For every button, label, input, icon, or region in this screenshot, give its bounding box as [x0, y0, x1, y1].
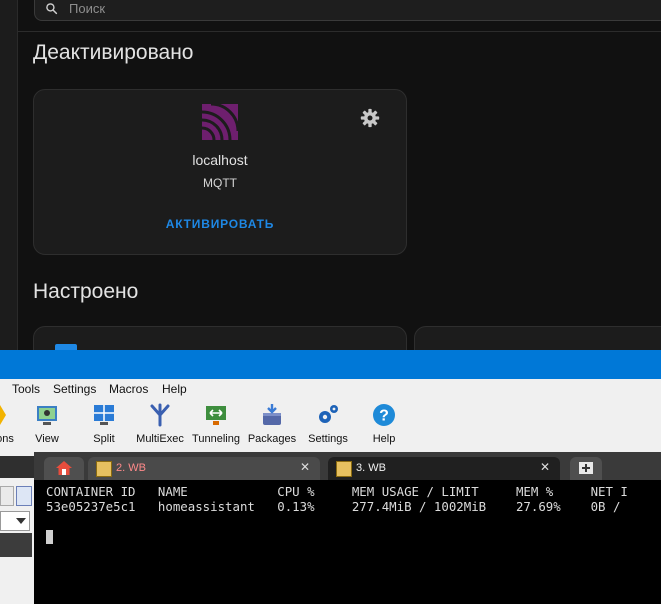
- search-input[interactable]: [69, 0, 369, 17]
- tab-3-wb[interactable]: 3. WB ✕: [328, 457, 560, 480]
- tab-2-wb[interactable]: 2. WB ✕: [88, 457, 320, 480]
- integration-card[interactable]: [414, 326, 661, 350]
- side-panel: [0, 452, 35, 604]
- help-button[interactable]: ? Help: [370, 403, 398, 451]
- svg-text:?: ?: [379, 408, 389, 425]
- split-button[interactable]: Split: [88, 403, 120, 451]
- new-tab-button[interactable]: [570, 457, 602, 480]
- activate-button[interactable]: АКТИВИРОВАТЬ: [34, 217, 406, 231]
- terminal-tab-icon: [96, 461, 112, 477]
- side-panel-tool-icon[interactable]: [16, 486, 32, 506]
- terminal-tab-icon: [336, 461, 352, 477]
- gear-icon[interactable]: [360, 108, 380, 128]
- integration-subtitle: MQTT: [203, 176, 237, 190]
- sessions-icon: [0, 405, 6, 425]
- packages-icon: [263, 404, 281, 425]
- close-icon[interactable]: ✕: [300, 460, 310, 474]
- menu-item-help[interactable]: Help: [162, 382, 187, 396]
- packages-button[interactable]: Packages: [247, 403, 297, 451]
- font-button[interactable]: [0, 486, 14, 506]
- menu-item-macros[interactable]: Macros: [109, 382, 148, 396]
- tab-bar: 2. WB ✕ 3. WB ✕: [34, 452, 661, 480]
- integration-card[interactable]: [33, 326, 407, 350]
- close-icon[interactable]: ✕: [540, 460, 550, 474]
- search-bar[interactable]: [34, 0, 661, 21]
- settings-icon: [319, 405, 338, 423]
- help-icon: ?: [373, 404, 395, 426]
- window-titlebar[interactable]: [0, 350, 661, 379]
- divider: [18, 31, 661, 32]
- integration-card-mqtt: localhost MQTT АКТИВИРОВАТЬ: [33, 89, 407, 255]
- tunneling-button[interactable]: Tunneling: [191, 403, 241, 451]
- search-icon: [46, 3, 58, 15]
- menu-item-tools[interactable]: Tools: [12, 382, 40, 396]
- chevron-down-icon: [16, 518, 26, 524]
- sessions-button[interactable]: ons: [0, 403, 16, 451]
- menu-item-settings[interactable]: Settings: [53, 382, 96, 396]
- section-title-configured: Настроено: [33, 280, 139, 303]
- home-tab[interactable]: [44, 457, 84, 480]
- sidebar-edge: [0, 0, 18, 350]
- terminal-line-header: CONTAINER ID NAME CPU % MEM USAGE / LIMI…: [46, 484, 628, 499]
- split-icon: [94, 405, 114, 425]
- settings-button[interactable]: Settings: [305, 403, 351, 451]
- side-panel-header: [0, 456, 34, 478]
- terminal-output[interactable]: CONTAINER ID NAME CPU % MEM USAGE / LIMI…: [34, 480, 661, 604]
- side-panel-dropdown[interactable]: [0, 511, 30, 531]
- multiexec-button[interactable]: MultiExec: [135, 403, 185, 451]
- home-icon: [56, 461, 72, 475]
- home-assistant-integrations-page: Деактивировано localhost MQTT: [0, 0, 661, 350]
- terminal-cursor: [46, 530, 53, 544]
- integration-title: localhost: [192, 152, 248, 168]
- view-icon: [37, 406, 57, 425]
- multiexec-icon: [150, 403, 170, 427]
- terminal-line-stats: 53e05237e5c1 homeassistant 0.13% 277.4Mi…: [46, 499, 621, 514]
- side-panel-list: [0, 533, 32, 557]
- section-title-deactivated: Деактивировано: [33, 41, 194, 64]
- menu-bar: Tools Settings Macros Help: [0, 379, 661, 400]
- mobaxterm-window: Tools Settings Macros Help ons View Spli…: [0, 350, 661, 604]
- tunneling-icon: [206, 406, 226, 425]
- toolbar: ons View Split MultiExec Tunneling Packa…: [0, 400, 661, 452]
- view-button[interactable]: View: [30, 403, 64, 451]
- plus-icon: [579, 462, 593, 474]
- mqtt-logo-icon: [202, 104, 238, 140]
